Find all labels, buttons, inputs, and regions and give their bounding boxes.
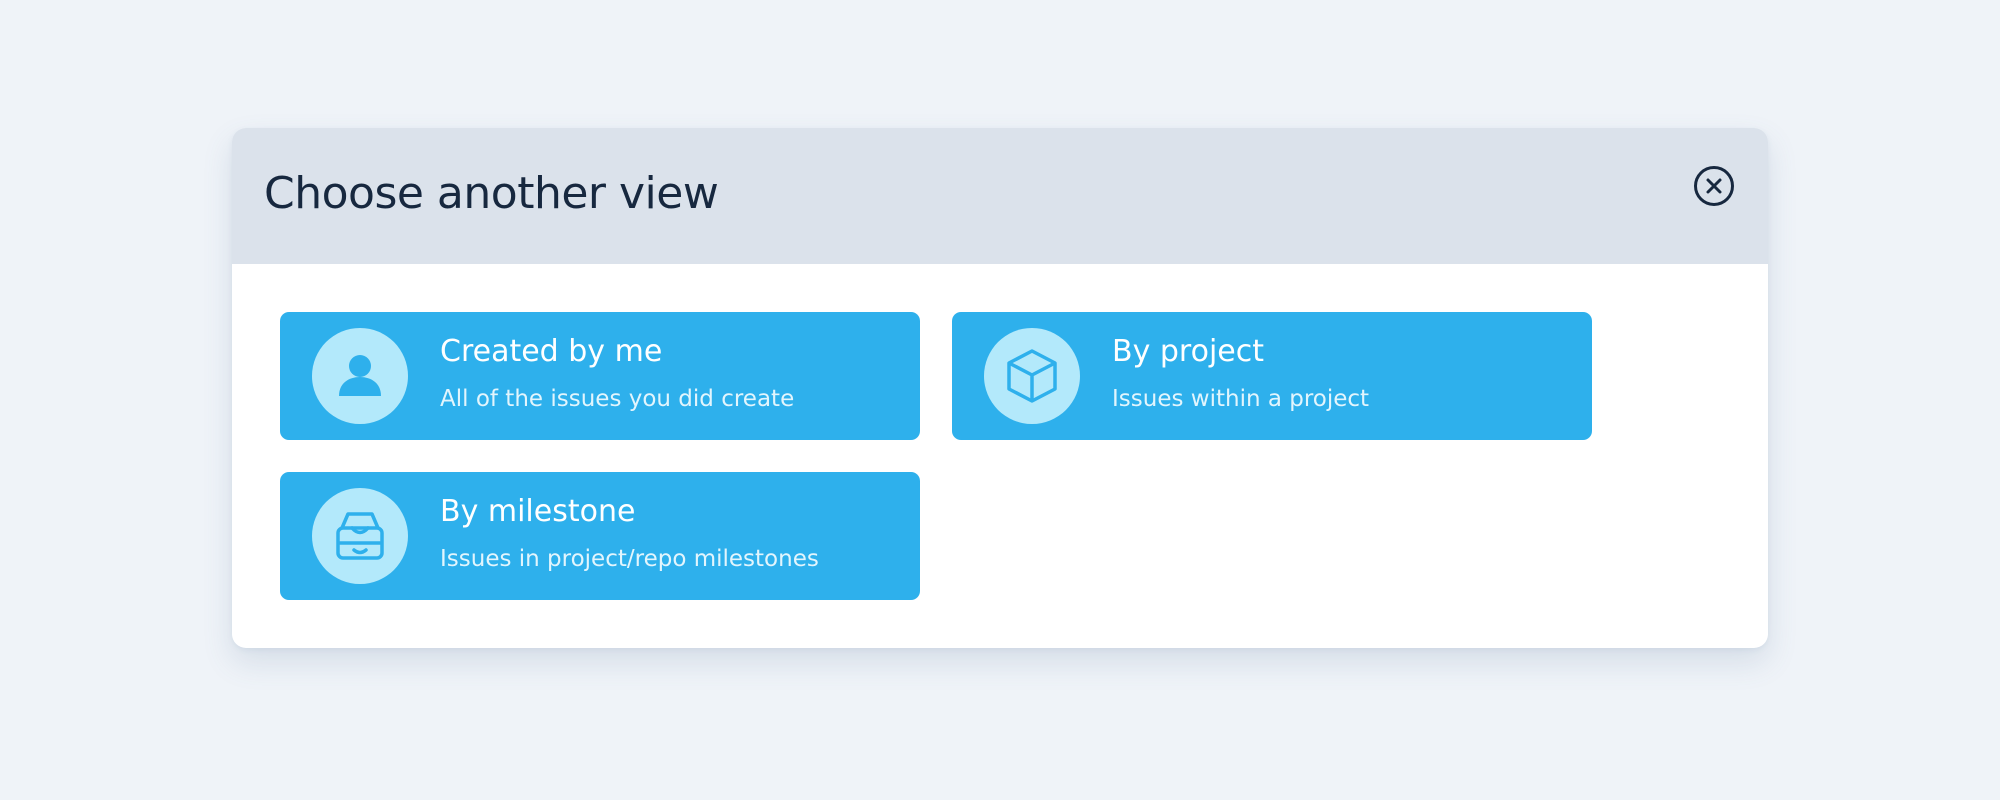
option-description: Issues within a project [1112, 386, 1370, 412]
option-title: By project [1112, 334, 1264, 369]
inbox-icon [312, 488, 408, 584]
cube-icon [984, 328, 1080, 424]
option-created-by-me[interactable]: Created by me All of the issues you did … [280, 312, 920, 440]
close-button[interactable] [1692, 164, 1736, 208]
dialog-title: Choose another view [264, 168, 719, 219]
option-description: Issues in project/repo milestones [440, 546, 819, 572]
option-description: All of the issues you did create [440, 386, 795, 412]
option-title: Created by me [440, 334, 663, 369]
option-title: By milestone [440, 494, 636, 529]
dialog-header: Choose another view [232, 128, 1768, 264]
user-icon [312, 328, 408, 424]
close-circle-icon [1692, 164, 1736, 208]
option-by-milestone[interactable]: By milestone Issues in project/repo mile… [280, 472, 920, 600]
option-by-project[interactable]: By project Issues within a project [952, 312, 1592, 440]
choose-view-dialog: Choose another view Created by me All of… [232, 128, 1768, 648]
